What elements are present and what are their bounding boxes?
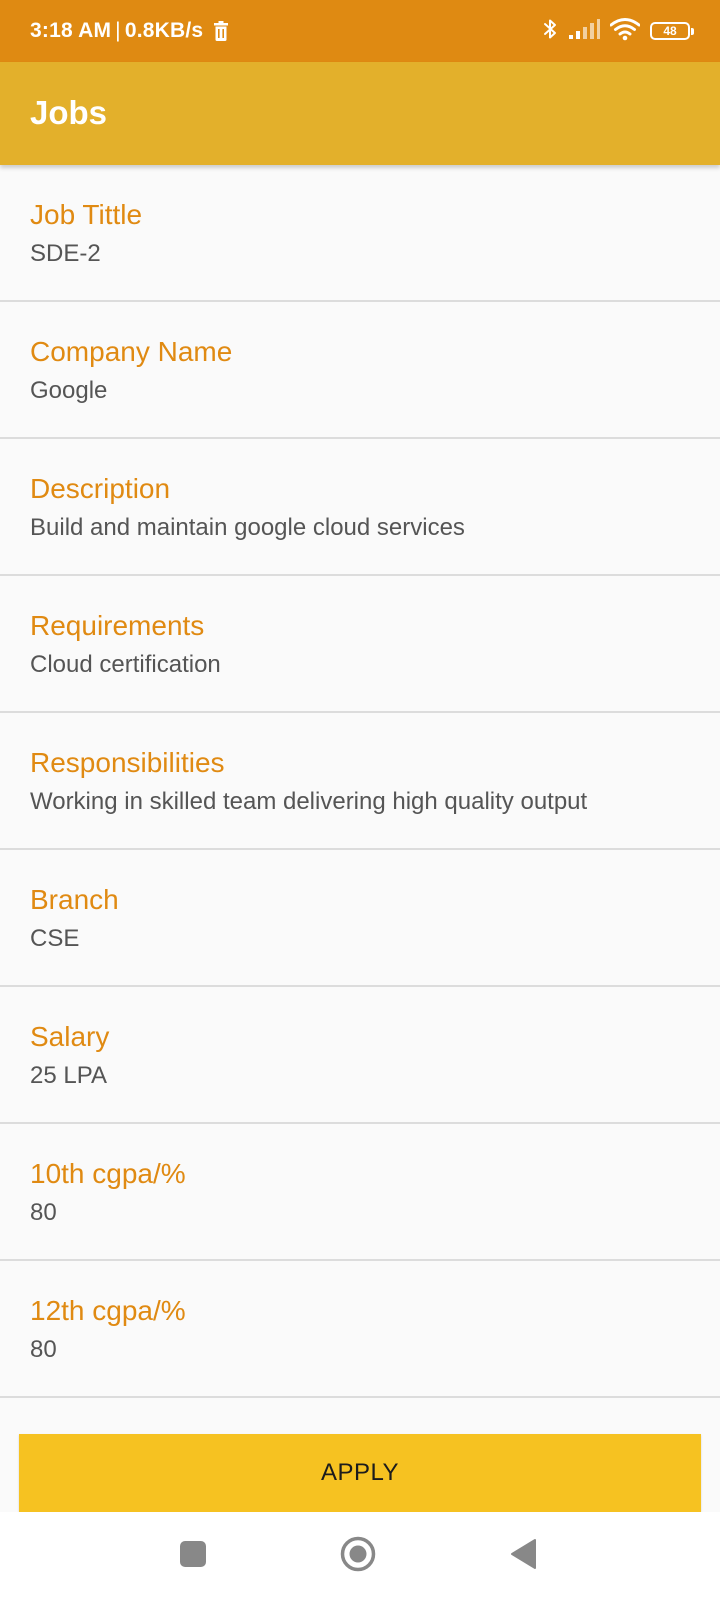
- detail-label: 10th cgpa/%: [30, 1158, 186, 1189]
- network-speed: 0.8KB/s: [124, 19, 204, 42]
- detail-value: CSE: [30, 925, 80, 952]
- recents-button[interactable]: [173, 1536, 213, 1576]
- home-button[interactable]: [338, 1536, 378, 1576]
- detail-label: Description: [30, 473, 171, 504]
- bluetooth-icon: [542, 17, 558, 46]
- detail-row-branch: Branch CSE: [0, 850, 720, 987]
- page-title: Jobs: [30, 94, 108, 131]
- status-bar: 3:18 AM | 0.8KB/s 48: [0, 0, 720, 62]
- detail-label: Branch: [30, 884, 119, 915]
- battery-icon: 48: [650, 22, 694, 40]
- detail-row-10th-cgpa: 10th cgpa/% 80: [0, 1124, 720, 1261]
- detail-value: 25 LPA: [30, 1062, 107, 1089]
- detail-value: SDE-2: [30, 240, 101, 267]
- job-detail-list: Job Tittle SDE-2 Company Name Google Des…: [0, 165, 720, 1398]
- detail-row-job-title: Job Tittle SDE-2: [0, 165, 720, 302]
- detail-row-description: Description Build and maintain google cl…: [0, 439, 720, 576]
- wifi-icon: [609, 17, 641, 46]
- detail-value: Cloud certification: [30, 651, 221, 678]
- status-separator: |: [115, 19, 121, 42]
- signal-icon: [568, 18, 600, 44]
- apply-button[interactable]: APPLY: [19, 1434, 701, 1512]
- detail-value: Working in skilled team delivering high …: [30, 788, 588, 815]
- status-right: 48: [542, 17, 694, 46]
- back-triangle-icon: [509, 1538, 537, 1575]
- detail-value: 80: [30, 1336, 57, 1363]
- detail-label: Salary: [30, 1021, 110, 1052]
- detail-row-responsibilities: Responsibilities Working in skilled team…: [0, 713, 720, 850]
- status-left: 3:18 AM | 0.8KB/s: [30, 19, 229, 43]
- detail-row-12th-cgpa: 12th cgpa/% 80: [0, 1261, 720, 1398]
- battery-level: 48: [663, 24, 677, 38]
- status-time: 3:18 AM: [30, 19, 112, 42]
- app-bar: Jobs: [0, 62, 720, 165]
- detail-label: Responsibilities: [30, 747, 225, 778]
- detail-label: Job Tittle: [30, 199, 143, 230]
- detail-value: Build and maintain google cloud services: [30, 514, 465, 541]
- trash-icon: [213, 21, 229, 41]
- back-button[interactable]: [503, 1536, 543, 1576]
- detail-value: Google: [30, 377, 108, 404]
- detail-value: 80: [30, 1199, 57, 1226]
- detail-row-company-name: Company Name Google: [0, 302, 720, 439]
- home-circle-icon: [340, 1536, 376, 1577]
- detail-label: Requirements: [30, 610, 205, 641]
- detail-row-requirements: Requirements Cloud certification: [0, 576, 720, 713]
- navigation-bar: [0, 1512, 720, 1600]
- detail-label: Company Name: [30, 336, 233, 367]
- recents-square-icon: [179, 1540, 207, 1573]
- detail-row-salary: Salary 25 LPA: [0, 987, 720, 1124]
- detail-label: 12th cgpa/%: [30, 1295, 186, 1326]
